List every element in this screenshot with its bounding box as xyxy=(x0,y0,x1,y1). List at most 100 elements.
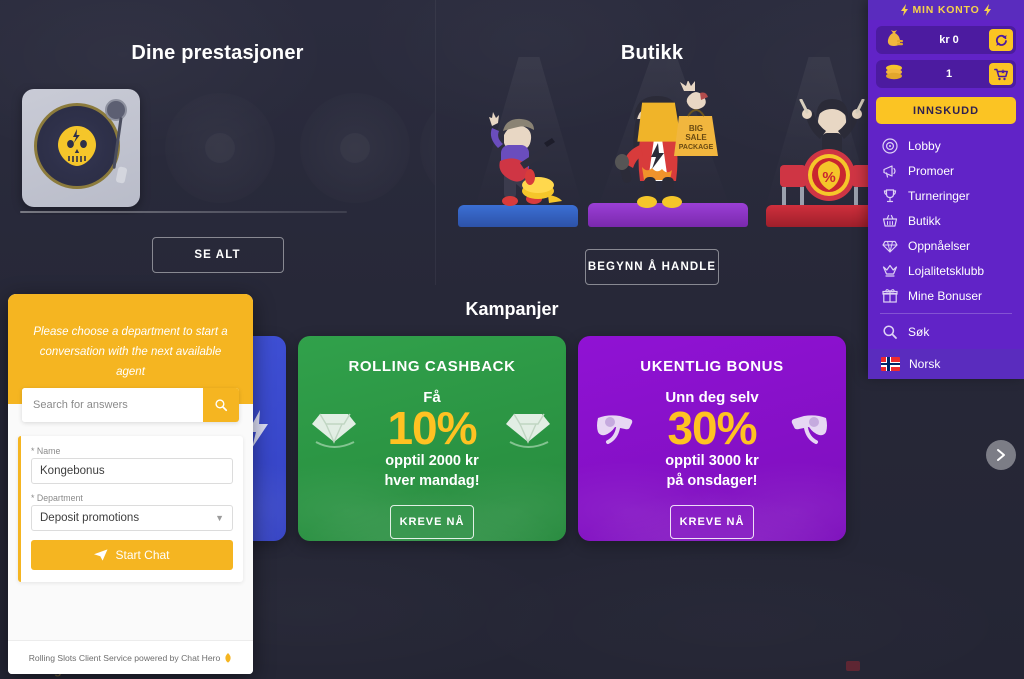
promo-heading: UKENTLIG BONUS xyxy=(640,358,784,375)
refresh-balance-button[interactable] xyxy=(989,29,1013,51)
chevron-down-icon: ▼ xyxy=(215,513,224,524)
shop-title: Butikk xyxy=(620,42,684,64)
chat-name-value[interactable]: Kongebonus xyxy=(31,458,233,485)
decor-mark xyxy=(846,661,860,671)
coin-stack-icon xyxy=(879,64,909,85)
crown-icon xyxy=(881,262,899,280)
sidebar-item-label: Søk xyxy=(908,324,930,339)
basket-icon xyxy=(881,212,899,230)
turntable-head xyxy=(115,166,128,184)
search-icon xyxy=(881,323,899,341)
money-bag-icon xyxy=(879,29,909,51)
carousel-next-button[interactable] xyxy=(986,440,1016,470)
singer-character-icon: BIG SALE PACKAGE xyxy=(615,81,718,208)
lightning-bolt-icon xyxy=(983,4,991,16)
sidebar-title-bar: MIN KONTO xyxy=(868,0,1024,20)
lightning-bolt-icon xyxy=(901,4,909,16)
skull-pick-icon xyxy=(58,126,96,166)
chat-search-button[interactable] xyxy=(203,388,239,423)
coins-row: 1 xyxy=(876,60,1016,88)
start-chat-label: Start Chat xyxy=(115,548,170,563)
sidebar-divider xyxy=(880,313,1012,314)
top-sections: Dine prestasjoner SE ALT Butikk BIG SALE… xyxy=(0,0,884,285)
chat-department-label: * Department xyxy=(31,493,83,504)
sidebar-item-oppnaelser[interactable]: Oppnåelser xyxy=(868,233,1024,258)
promo-heading: ROLLING CASHBACK xyxy=(348,358,516,375)
achievements-progress-bar xyxy=(20,211,347,213)
achievements-title: Dine prestasjoner xyxy=(131,42,304,64)
chat-widget: Please choose a department to start a co… xyxy=(8,294,253,674)
gift-icon xyxy=(881,287,899,305)
balance-amount: kr 0 xyxy=(939,34,959,46)
sidebar-title: MIN KONTO xyxy=(912,4,980,16)
svg-text:PACKAGE: PACKAGE xyxy=(679,144,714,151)
search-icon xyxy=(215,399,228,412)
chat-search-bar xyxy=(22,388,239,423)
shop-panel: Butikk BIG SALE PACKAGE % BEGYNN Å HANDL… xyxy=(435,0,884,285)
promo-percent: 30% xyxy=(667,402,757,454)
promo-line-1: opptil 3000 kr xyxy=(665,453,759,470)
sidebar-item-label: Mine Bonuser xyxy=(908,288,983,303)
vinyl-disc-icon xyxy=(881,137,899,155)
refresh-icon xyxy=(995,34,1007,46)
sidebar-item-label: Oppnåelser xyxy=(908,238,971,253)
diamond-icon xyxy=(881,237,899,255)
see-all-button[interactable]: SE ALT xyxy=(151,237,284,273)
sidebar-item-label: Lobby xyxy=(908,138,941,153)
shop-stage-illustration: BIG SALE PACKAGE % xyxy=(436,57,884,247)
coins-amount: 1 xyxy=(945,68,953,80)
sidebar-item-search[interactable]: Søk xyxy=(868,319,1024,344)
turntable-pivot xyxy=(105,99,127,121)
sidebar-item-lojalitetsklubb[interactable]: Lojalitetsklubb xyxy=(868,258,1024,283)
chat-name-label: * Name xyxy=(31,446,61,457)
promo-claim-button[interactable]: KREVE NÅ xyxy=(670,505,754,540)
chat-search-input[interactable] xyxy=(22,388,203,423)
sidebar-nav: Lobby Promoer Turneringer Butikk Oppnåel xyxy=(868,133,1024,344)
sidebar-item-label: Turneringer xyxy=(908,188,970,203)
promo-card-rolling-cashback[interactable]: ROLLING CASHBACK Få 10% opptil 2000 kr h… xyxy=(298,336,566,541)
promo-percent: 10% xyxy=(387,402,477,454)
achievements-panel: Dine prestasjoner SE ALT xyxy=(0,0,435,285)
sidebar-item-label: Promoer xyxy=(908,163,955,178)
achievements-strip[interactable] xyxy=(0,83,435,215)
sidebar-item-label: Butikk xyxy=(908,213,941,228)
chat-department-select[interactable]: Deposit promotions ▼ xyxy=(31,505,233,532)
trophy-icon xyxy=(881,187,899,205)
chat-department-field[interactable]: * Department Deposit promotions ▼ xyxy=(31,493,233,532)
promo-line-2: hver mandag! xyxy=(384,472,480,489)
start-chat-button[interactable]: Start Chat xyxy=(31,540,233,571)
norway-flag-icon xyxy=(881,357,900,371)
balance-row: kr 0 xyxy=(876,26,1016,54)
account-sidebar: MIN KONTO kr 0 1 INNSKUDD Lobby Promoer … xyxy=(868,0,1024,379)
send-plane-icon xyxy=(94,549,108,561)
shopping-cart-icon xyxy=(994,68,1008,80)
locked-achievement[interactable] xyxy=(165,93,275,203)
achievement-card-vinyl[interactable] xyxy=(22,89,140,207)
chat-prechat-form: * Name Kongebonus * Department Deposit p… xyxy=(18,436,243,583)
locked-achievement[interactable] xyxy=(420,93,435,203)
sidebar-item-butikk[interactable]: Butikk xyxy=(868,208,1024,233)
sidebar-item-turneringer[interactable]: Turneringer xyxy=(868,183,1024,208)
shop-cart-button[interactable] xyxy=(989,63,1013,85)
flame-icon xyxy=(225,652,231,663)
svg-text:SALE: SALE xyxy=(685,133,707,142)
svg-text:%: % xyxy=(822,169,835,186)
chat-footer-text: Rolling Slots Client Service powered by … xyxy=(28,652,221,663)
chat-department-value: Deposit promotions xyxy=(40,512,140,525)
sidebar-item-label: Lojalitetsklubb xyxy=(908,263,985,278)
megaphone-icon xyxy=(881,162,899,180)
chat-name-field[interactable]: * Name Kongebonus xyxy=(31,446,233,485)
start-shopping-button[interactable]: BEGYNN Å HANDLE xyxy=(585,249,719,285)
locked-achievement[interactable] xyxy=(300,93,410,203)
chat-footer: Rolling Slots Client Service powered by … xyxy=(8,640,253,674)
chevron-right-icon xyxy=(997,449,1005,461)
promo-card-ukentlig-bonus[interactable]: UKENTLIG BONUS Unn deg selv 30% opptil 3… xyxy=(578,336,846,541)
promo-line-1: opptil 2000 kr xyxy=(385,453,479,470)
language-selector[interactable]: Norsk xyxy=(868,349,1024,379)
promo-claim-button[interactable]: KREVE NÅ xyxy=(390,505,474,540)
sidebar-item-lobby[interactable]: Lobby xyxy=(868,133,1024,158)
sidebar-item-mine-bonuser[interactable]: Mine Bonuser xyxy=(868,283,1024,308)
promo-line-2: på onsdager! xyxy=(666,472,758,489)
sidebar-item-promoer[interactable]: Promoer xyxy=(868,158,1024,183)
deposit-button[interactable]: INNSKUDD xyxy=(876,97,1016,124)
